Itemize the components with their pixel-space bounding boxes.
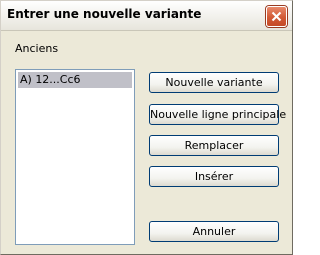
new-main-line-button[interactable]: Nouvelle ligne principale <box>149 104 286 125</box>
new-variant-button[interactable]: Nouvelle variante <box>149 72 279 93</box>
dialog-window: Entrer une nouvelle variante Anciens A) … <box>0 0 293 255</box>
variants-listbox[interactable]: A) 12...Cc6 <box>15 69 135 245</box>
anciens-label: Anciens <box>15 42 59 55</box>
close-button[interactable] <box>266 6 287 27</box>
window-title: Entrer une nouvelle variante <box>7 7 202 21</box>
insert-button[interactable]: Insérer <box>149 166 279 187</box>
close-icon <box>271 11 282 22</box>
replace-button[interactable]: Remplacer <box>149 135 279 156</box>
cancel-button[interactable]: Annuler <box>149 221 279 242</box>
title-bar[interactable]: Entrer une nouvelle variante <box>1 1 292 31</box>
list-item[interactable]: A) 12...Cc6 <box>18 72 132 88</box>
